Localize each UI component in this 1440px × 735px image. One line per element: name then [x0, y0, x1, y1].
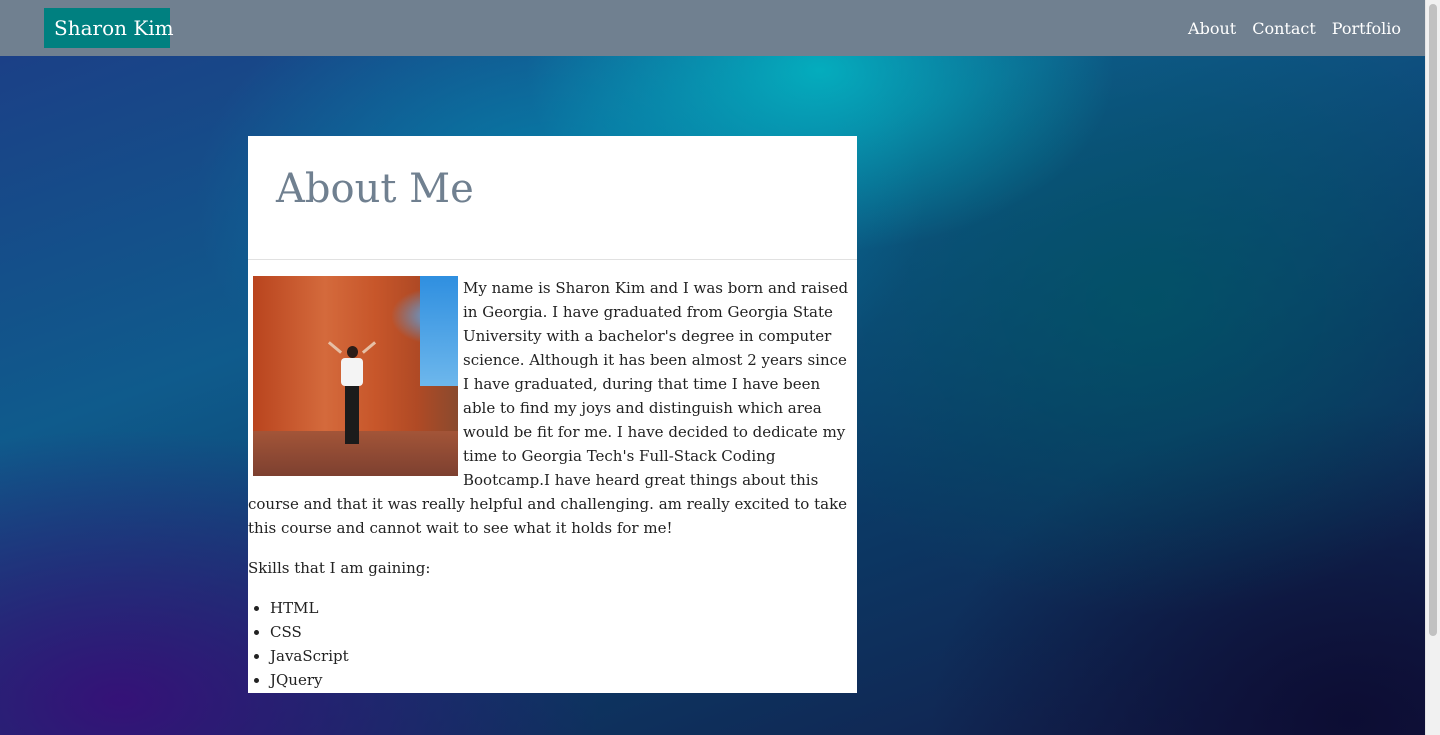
scrollbar-thumb[interactable]	[1429, 4, 1437, 636]
nav-link-about[interactable]: About	[1188, 19, 1236, 38]
navbar: Sharon Kim About Contact Portfolio	[0, 0, 1425, 56]
about-card-body: My name is Sharon Kim and I was born and…	[248, 260, 857, 692]
nav-link-portfolio[interactable]: Portfolio	[1332, 19, 1401, 38]
skills-list: HTML CSS JavaScript JQuery	[248, 596, 857, 692]
skills-label: Skills that I am gaining:	[248, 559, 431, 577]
about-title: About Me	[276, 166, 474, 212]
nav-links: About Contact Portfolio	[1188, 0, 1401, 56]
skill-item: JQuery	[270, 668, 857, 692]
photo-person	[327, 341, 377, 446]
profile-photo	[253, 276, 458, 476]
about-card-header: About Me	[248, 136, 857, 260]
brand-logo-link[interactable]: Sharon Kim	[44, 8, 174, 48]
about-card: About Me My name is Sharon Kim and I was…	[248, 136, 857, 693]
skill-item: HTML	[270, 596, 857, 620]
skill-item: CSS	[270, 620, 857, 644]
nav-link-contact[interactable]: Contact	[1252, 19, 1316, 38]
page-scrollbar[interactable]	[1425, 0, 1440, 735]
photo-sky	[420, 276, 458, 386]
skill-item: JavaScript	[270, 644, 857, 668]
